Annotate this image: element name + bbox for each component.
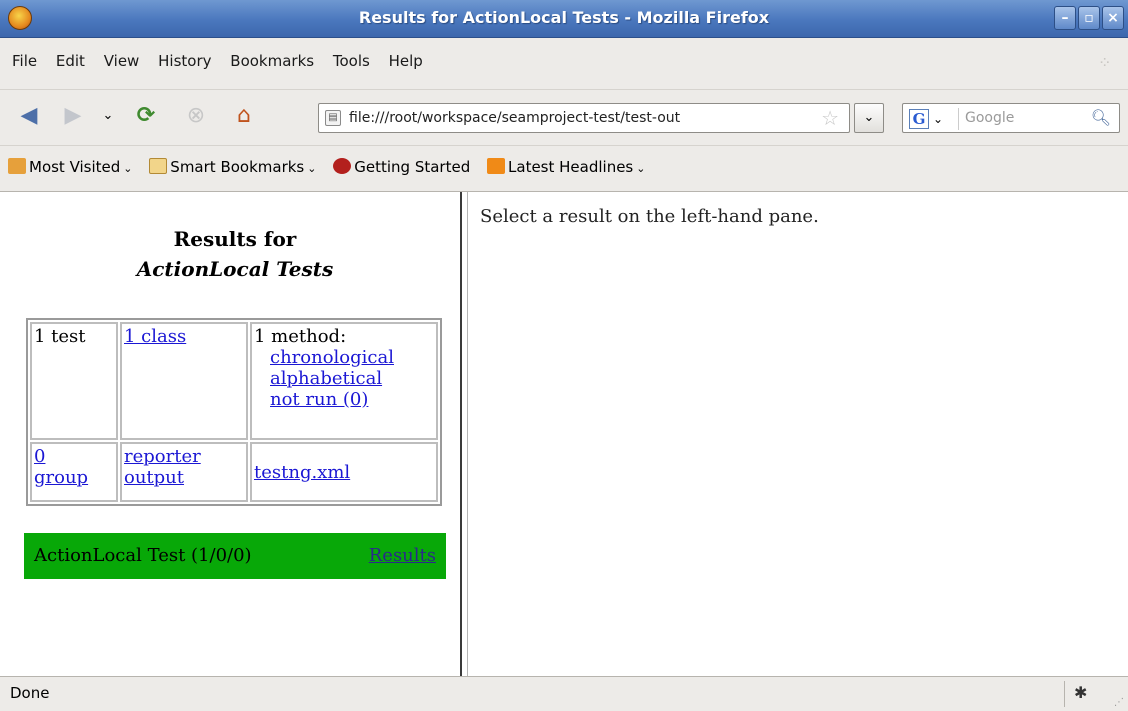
resize-grip-icon[interactable]: ⋰: [1114, 697, 1124, 708]
test-result-bar: ActionLocal Test (1/0/0) Results: [24, 533, 446, 579]
stop-icon[interactable]: ⊗: [180, 102, 212, 130]
bookmark-label: Most Visited: [29, 158, 121, 176]
bookmark-star-icon[interactable]: ☆: [821, 107, 839, 129]
right-frame: Select a result on the left-hand pane.: [468, 192, 1128, 676]
methods-cell: 1 method: chronological alphabetical not…: [250, 322, 438, 440]
status-separator: [1064, 681, 1065, 707]
groups-link[interactable]: 0 group: [34, 446, 88, 488]
url-dropdown-icon[interactable]: ⌄: [854, 103, 884, 133]
reporter-link-line1: reporter: [124, 446, 201, 467]
select-result-message: Select a result on the left-hand pane.: [480, 206, 819, 227]
status-bar: Done ✱ ⋰: [0, 676, 1128, 711]
chevron-down-icon: ⌄: [636, 162, 646, 175]
folder-icon: [149, 158, 168, 174]
results-title-line1: Results for: [173, 227, 297, 251]
group-cell: 0 group: [30, 442, 118, 502]
chevron-down-icon: ⌄: [123, 162, 133, 175]
bookmark-label: Smart Bookmarks: [170, 158, 305, 176]
window-title: Results for ActionLocal Tests - Mozilla …: [358, 8, 770, 27]
search-bar[interactable]: G ⌄ Google 🔍︎: [902, 103, 1120, 133]
search-engine-selector[interactable]: G ⌄: [907, 108, 959, 130]
test-name: ActionLocal Test (1/0/0): [34, 545, 252, 566]
results-link[interactable]: Results: [369, 533, 436, 579]
class-count-cell: 1 class: [120, 322, 248, 440]
chevron-down-icon: ⌄: [933, 112, 944, 126]
reporter-link-line2: output: [124, 467, 185, 488]
rss-icon: [487, 158, 506, 174]
menu-bookmarks[interactable]: Bookmarks: [230, 52, 314, 70]
reporter-cell: reporter output: [120, 442, 248, 502]
close-icon[interactable]: ×: [1102, 6, 1124, 30]
bookmark-label: Getting Started: [354, 158, 471, 176]
home-icon[interactable]: ⌂: [226, 102, 262, 130]
not-run-link[interactable]: not run (0): [270, 389, 368, 410]
bookmark-smart-bookmarks[interactable]: Smart Bookmarks ⌄: [149, 158, 316, 176]
bookmark-label: Latest Headlines: [508, 158, 634, 176]
alphabetical-link[interactable]: alphabetical: [270, 368, 382, 389]
title-bar: Results for ActionLocal Tests - Mozilla …: [0, 0, 1128, 38]
getting-started-icon: [333, 158, 352, 174]
menu-edit[interactable]: Edit: [56, 52, 85, 70]
reporter-output-link[interactable]: reporter output: [124, 446, 201, 488]
menu-history[interactable]: History: [158, 52, 211, 70]
menu-help[interactable]: Help: [389, 52, 423, 70]
back-icon[interactable]: ◀: [14, 102, 44, 130]
reload-icon[interactable]: ⟳: [130, 102, 162, 130]
menu-bar: File Edit View History Bookmarks Tools H…: [0, 38, 1128, 90]
navigation-toolbar: ◀ ▶ ⌄ ⟳ ⊗ ⌂ ▤ file:///root/workspace/sea…: [0, 90, 1128, 146]
minimize-icon[interactable]: –: [1054, 6, 1076, 30]
status-text: Done: [10, 684, 50, 702]
left-frame: Results for ActionLocal Tests 1 test 1 c…: [0, 192, 460, 676]
bug-icon[interactable]: ✱: [1074, 681, 1087, 705]
testng-xml-link[interactable]: testng.xml: [254, 462, 350, 483]
forward-icon[interactable]: ▶: [58, 102, 88, 130]
classes-link[interactable]: 1 class: [124, 326, 186, 347]
bookmark-latest-headlines[interactable]: Latest Headlines ⌄: [487, 158, 645, 176]
groups-link-label: group: [34, 467, 89, 488]
summary-table: 1 test 1 class 1 method: chronological a…: [26, 318, 442, 506]
results-heading: Results for ActionLocal Tests: [0, 224, 460, 284]
testng-cell: testng.xml: [250, 442, 438, 502]
frame-divider[interactable]: [460, 192, 468, 676]
url-text[interactable]: file:///root/workspace/seamproject-test/…: [349, 104, 819, 134]
method-count: 1 method:: [254, 326, 347, 347]
groups-link-count: 0: [34, 446, 46, 467]
bookmark-getting-started[interactable]: Getting Started: [333, 158, 470, 176]
url-bar[interactable]: ▤ file:///root/workspace/seamproject-tes…: [318, 103, 850, 133]
menu-view[interactable]: View: [104, 52, 140, 70]
chevron-down-icon: ⌄: [307, 162, 317, 175]
search-placeholder[interactable]: Google: [965, 104, 1014, 132]
maximize-icon[interactable]: ▫: [1078, 6, 1100, 30]
menu-file[interactable]: File: [12, 52, 37, 70]
menu-tools[interactable]: Tools: [333, 52, 370, 70]
chronological-link[interactable]: chronological: [270, 347, 394, 368]
search-icon[interactable]: 🔍︎: [1091, 107, 1111, 129]
results-title-suite: ActionLocal Tests: [136, 257, 334, 281]
google-icon: G: [909, 109, 929, 129]
throbber-icon: ⁘: [1098, 53, 1112, 72]
bookmark-most-visited[interactable]: Most Visited ⌄: [8, 158, 133, 176]
test-count: 1 test: [34, 326, 86, 347]
test-count-cell: 1 test: [30, 322, 118, 440]
history-dropdown-icon[interactable]: ⌄: [98, 102, 118, 130]
bookmarks-toolbar: Most Visited ⌄ Smart Bookmarks ⌄ Getting S…: [0, 146, 1128, 192]
most-visited-icon: [8, 158, 26, 174]
page-content: Results for ActionLocal Tests 1 test 1 c…: [0, 192, 1128, 676]
page-icon: ▤: [325, 110, 341, 126]
